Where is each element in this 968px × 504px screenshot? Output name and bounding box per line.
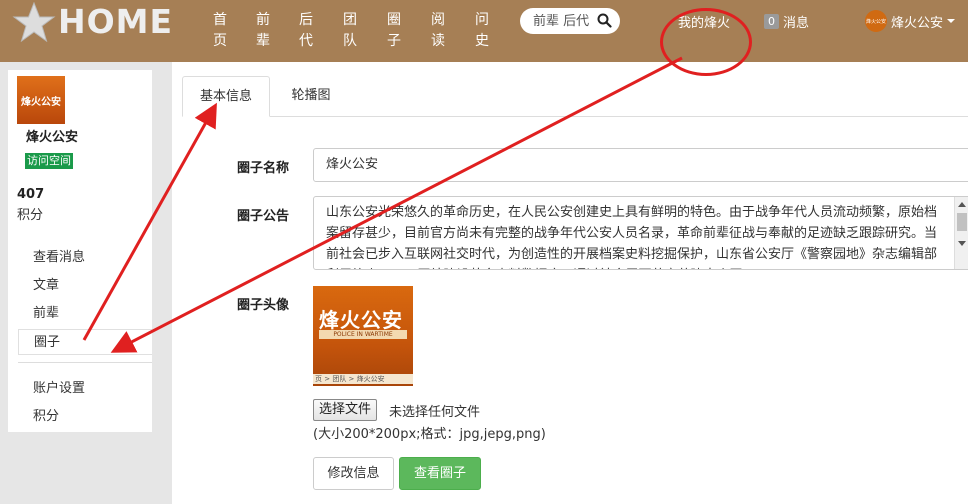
messages-label: 消息 <box>783 16 810 31</box>
notice-scrollbar[interactable] <box>954 197 968 269</box>
nav-home[interactable]: 首页 <box>212 10 228 52</box>
nav-circles[interactable]: 圈子 <box>386 10 402 52</box>
my-fire-link[interactable]: 我的烽火 <box>678 12 730 31</box>
search-input[interactable] <box>533 13 595 29</box>
nav-elders[interactable]: 前辈 <box>255 10 271 52</box>
view-circle-button[interactable]: 查看圈子 <box>399 457 481 490</box>
star-icon <box>12 2 56 42</box>
message-count-badge: 0 <box>764 14 779 29</box>
visit-space-button[interactable]: 访问空间 <box>25 153 73 169</box>
sidebar-divider <box>18 362 152 363</box>
avatar-image-subtitle: POLICE IN WARTIME <box>319 330 407 339</box>
tab-bar: 基本信息 轮播图 <box>182 76 968 117</box>
circle-logo-text: 烽火公安 <box>21 96 61 108</box>
circle-avatar-image: 烽火公安 POLICE IN WARTIME 页 > 团队 > 烽火公安 <box>313 286 413 386</box>
circle-notice-textarea[interactable]: 山东公安光荣悠久的革命历史，在人民公安创建史上具有鲜明的特色。由于战争年代人员流… <box>313 196 968 270</box>
logo-text: HOME <box>58 2 174 41</box>
circle-name-label: 圈子名称 <box>237 161 290 176</box>
user-menu[interactable]: 烽火公安 烽火公安 <box>865 10 956 32</box>
sidebar-item-messages[interactable]: 查看消息 <box>18 245 152 271</box>
avatar-image-title: 烽火公安 <box>319 308 403 332</box>
choose-file-button[interactable]: 选择文件 <box>313 399 378 421</box>
sidebar-item-points[interactable]: 积分 <box>18 404 152 430</box>
messages-link[interactable]: 0 消息 <box>764 12 809 31</box>
sidebar-item-account-settings[interactable]: 账户设置 <box>18 376 152 402</box>
search-icon[interactable] <box>597 13 612 32</box>
scroll-up-icon[interactable] <box>958 202 966 207</box>
nav-reading[interactable]: 阅读 <box>430 10 446 52</box>
circle-name-input[interactable]: 烽火公安 <box>313 148 968 182</box>
score-label: 积分 <box>17 208 44 223</box>
user-avatar-text: 烽火公安 <box>865 18 886 25</box>
tab-carousel[interactable]: 轮播图 <box>276 76 346 117</box>
circle-name: 烽火公安 <box>26 130 79 145</box>
sidebar-item-articles[interactable]: 文章 <box>18 273 152 299</box>
scroll-down-icon[interactable] <box>958 241 966 246</box>
user-avatar: 烽火公安 <box>865 10 887 32</box>
tab-basic-info[interactable]: 基本信息 <box>182 76 270 117</box>
nav-descendants[interactable]: 后代 <box>298 10 314 52</box>
circle-avatar-label: 圈子头像 <box>237 298 290 313</box>
chevron-down-icon <box>947 19 956 23</box>
circle-logo: 烽火公安 <box>17 76 65 124</box>
main-panel: 基本信息 轮播图 圈子名称 烽火公安 圈子公告 山东公安光荣悠久的革命历史，在人… <box>172 62 968 504</box>
edit-info-button[interactable]: 修改信息 <box>313 457 394 490</box>
search-box <box>520 8 620 34</box>
avatar-size-hint: (大小200*200px;格式：jpg,jepg,png) <box>313 427 546 442</box>
circle-notice-label: 圈子公告 <box>237 209 290 224</box>
top-header: HOME 首页 前辈 后代 团队 圈子 阅读 问史 我的烽火 0 消息 烽火公安… <box>0 0 968 62</box>
user-name: 烽火公安 <box>891 15 944 31</box>
score-value: 407 <box>17 187 45 202</box>
site-logo[interactable]: HOME <box>12 2 173 42</box>
nav-history[interactable]: 问史 <box>474 10 490 52</box>
scroll-thumb[interactable] <box>957 213 967 231</box>
sidebar-item-elders[interactable]: 前辈 <box>18 301 152 327</box>
nav-teams[interactable]: 团队 <box>342 10 358 52</box>
sidebar-item-circles[interactable]: 圈子 <box>18 329 152 355</box>
file-status-text: 未选择任何文件 <box>389 405 481 420</box>
sidebar: 烽火公安 烽火公安 访问空间 407 积分 查看消息 文章 前辈 圈子 账户设置… <box>8 70 152 432</box>
avatar-image-breadcrumb: 页 > 团队 > 烽火公安 <box>313 374 413 384</box>
